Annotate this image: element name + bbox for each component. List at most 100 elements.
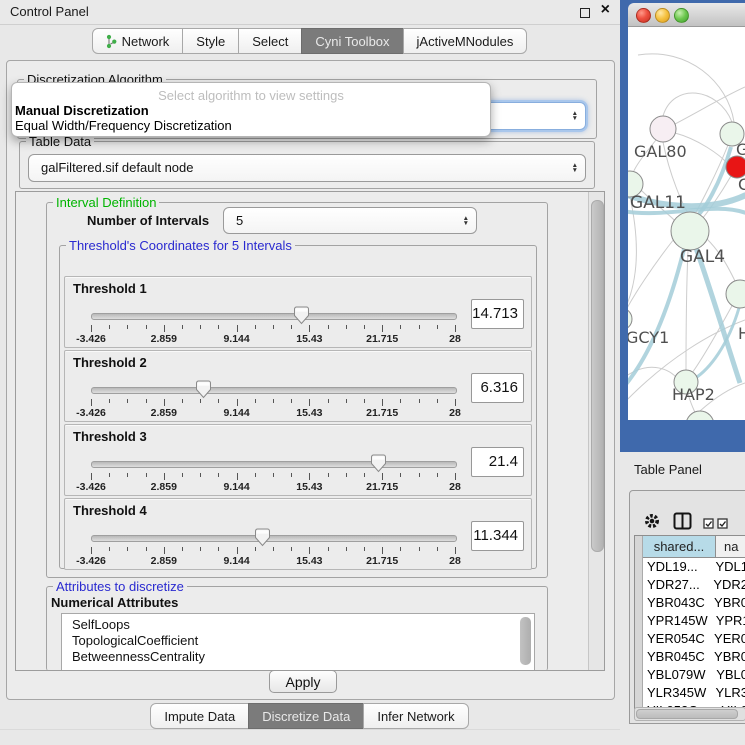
tick-mark — [419, 399, 420, 403]
tab-infer-network[interactable]: Infer Network — [363, 703, 468, 729]
node-attribute-table[interactable]: shared... na YDL19...YDL1YDR27...YDR2YBR… — [634, 535, 745, 709]
horizontal-scrollbar-thumb[interactable] — [636, 709, 738, 719]
tick-mark — [382, 473, 383, 480]
cell-shared-name[interactable]: YLR345W — [643, 684, 707, 702]
tick-mark — [455, 473, 456, 480]
tick-mark — [91, 547, 92, 554]
vertical-scrollbar[interactable] — [588, 192, 604, 670]
scale-label: -3.426 — [66, 555, 116, 567]
window-close-icon[interactable]: × — [601, 1, 610, 19]
slider-thumb[interactable] — [370, 454, 387, 473]
cell-shared-name[interactable]: YDL19... — [643, 558, 707, 576]
split-columns-icon[interactable] — [673, 512, 692, 535]
column-header-shared-name[interactable]: shared... — [643, 536, 716, 558]
tab-cyni-toolbox[interactable]: Cyni Toolbox — [301, 28, 403, 54]
table-row[interactable]: YDR27...YDR2 — [643, 576, 745, 594]
cell-shared-name[interactable]: YER054C — [643, 630, 706, 648]
table-row[interactable]: YLR345WYLR3 — [643, 684, 745, 702]
cell-shared-name[interactable]: YDR27... — [643, 576, 705, 594]
network-node-gal80[interactable] — [650, 116, 676, 142]
threshold-value-field[interactable]: 14.713 — [471, 299, 524, 329]
threshold-value-field[interactable]: 6.316 — [471, 373, 524, 403]
table-row[interactable]: YER054CYER0 — [643, 630, 745, 648]
horizontal-scrollbar[interactable] — [634, 707, 745, 721]
tab-network[interactable]: Network — [92, 28, 184, 54]
slider-thumb[interactable] — [195, 380, 212, 399]
column-header-name[interactable]: na — [716, 536, 745, 558]
slider-track[interactable] — [91, 535, 457, 542]
threshold-value-field[interactable]: 11.344 — [471, 521, 524, 551]
control-panel-tabs: Network Style SelectCyni ToolboxjActiveMNo… — [0, 28, 620, 54]
cell-name[interactable]: YLR3 — [707, 684, 745, 702]
table-row[interactable]: YPR145WYPR1 — [643, 612, 745, 630]
network-node[interactable] — [686, 411, 714, 420]
threshold-value-field[interactable]: 21.4 — [471, 447, 524, 477]
table-data-select[interactable]: galFiltered.sif default node ▲▼ — [28, 154, 586, 182]
tick-mark — [346, 547, 347, 551]
tab-jactivemnodules[interactable]: jActiveMNodules — [403, 28, 528, 54]
cell-name[interactable]: YBR0 — [706, 648, 745, 666]
tick-mark — [328, 325, 329, 329]
divider — [0, 729, 620, 730]
network-node-gcy1[interactable] — [628, 308, 632, 330]
network-node-gal4[interactable] — [671, 212, 709, 250]
tick-mark — [200, 547, 201, 551]
table-row[interactable]: YBL079WYBL0 — [643, 666, 745, 684]
cell-name[interactable]: YDR2 — [705, 576, 745, 594]
window-float-icon[interactable] — [580, 8, 590, 18]
vertical-scrollbar-thumb[interactable] — [591, 200, 604, 552]
cell-shared-name[interactable]: YBL079W — [643, 666, 708, 684]
checkbox-checked-icon[interactable] — [703, 516, 714, 534]
slider-track[interactable] — [91, 461, 457, 468]
scale-label: -3.426 — [66, 407, 116, 419]
row-header-gutter — [635, 536, 643, 708]
slider-thumb[interactable] — [293, 306, 310, 325]
scale-label: 9.144 — [212, 407, 262, 419]
tab-style[interactable]: Style — [182, 28, 239, 54]
slider-track[interactable] — [91, 387, 457, 394]
tab-label: Impute Data — [164, 709, 235, 724]
attribute-item-topologicalcoefficient[interactable]: TopologicalCoefficient — [62, 633, 534, 649]
cell-name[interactable]: YBL0 — [708, 666, 745, 684]
table-row[interactable]: YBR043CYBR0 — [643, 594, 745, 612]
threshold-label: Threshold 1 — [73, 281, 147, 296]
algorithm-option-equal-width[interactable]: Equal Width/Frequency Discretization — [15, 118, 232, 133]
algorithm-option-manual[interactable]: Manual Discretization — [15, 103, 149, 118]
node-label: C — [738, 175, 745, 194]
table-data-group: Table Data galFiltered.sif default node … — [19, 141, 595, 189]
cell-name[interactable]: YPR1 — [708, 612, 745, 630]
tab-discretize-data[interactable]: Discretize Data — [248, 703, 364, 729]
tick-mark — [291, 473, 292, 477]
slider-track[interactable] — [91, 313, 457, 320]
cell-shared-name[interactable]: YBR043C — [643, 594, 706, 612]
tick-mark — [200, 399, 201, 403]
tab-label: Style — [196, 34, 225, 49]
gear-icon[interactable] — [643, 512, 661, 535]
tick-mark — [328, 547, 329, 551]
scale-label: 15.43 — [284, 555, 334, 567]
close-traffic-light-icon[interactable] — [636, 8, 651, 23]
table-row[interactable]: YDL19...YDL1 — [643, 558, 745, 576]
minimize-traffic-light-icon[interactable] — [655, 8, 670, 23]
network-view-canvas[interactable]: GAL80GCGAL11GAL4HGCY1HAP2 — [628, 27, 745, 420]
cell-name[interactable]: YER0 — [706, 630, 745, 648]
cell-name[interactable]: YDL1 — [707, 558, 745, 576]
threshold-label: Threshold 2 — [73, 355, 147, 370]
numerical-attributes-list[interactable]: SelfLoopsTopologicalCoefficientBetweenne… — [61, 613, 535, 671]
cell-name[interactable]: YBR0 — [706, 594, 745, 612]
slider-thumb[interactable] — [254, 528, 271, 547]
cell-shared-name[interactable]: YPR145W — [643, 612, 708, 630]
table-row[interactable]: YBR045CYBR0 — [643, 648, 745, 666]
cell-shared-name[interactable]: YBR045C — [643, 648, 706, 666]
checkbox-checked-icon[interactable] — [717, 516, 728, 534]
apply-button[interactable]: Apply — [269, 670, 337, 693]
list-scrollbar[interactable] — [520, 617, 531, 665]
zoom-traffic-light-icon[interactable] — [674, 8, 689, 23]
network-node-h[interactable] — [726, 280, 745, 308]
number-of-intervals-select[interactable]: 5 ▲▼ — [223, 207, 477, 234]
tick-mark — [309, 325, 310, 332]
tab-impute-data[interactable]: Impute Data — [150, 703, 249, 729]
attribute-item-selfloops[interactable]: SelfLoops — [62, 614, 534, 633]
attribute-item-betweennesscentrality[interactable]: BetweennessCentrality — [62, 649, 534, 665]
tab-select[interactable]: Select — [238, 28, 302, 54]
